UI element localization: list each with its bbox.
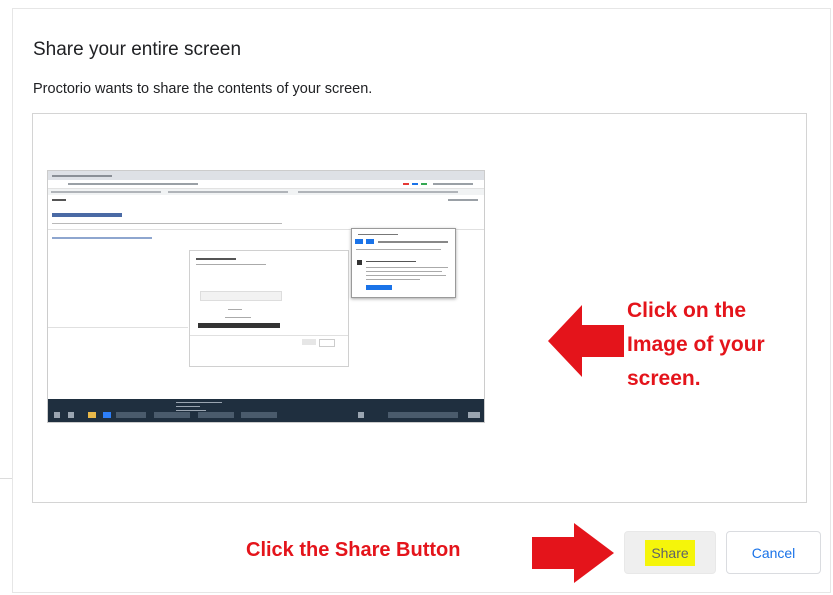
caption-line-1: Click on the: [627, 299, 747, 322]
caption-line-3: screen.: [627, 367, 701, 390]
click-share-instruction: Click the Share Button: [246, 539, 461, 561]
thumb-inner-dialog: [189, 250, 349, 367]
left-arrow-icon: [548, 305, 624, 377]
right-arrow-icon: [532, 523, 614, 583]
thumb-bookmarks-bar: [48, 189, 484, 195]
thumb-extension-popup: [351, 228, 456, 298]
screen-thumbnail[interactable]: [47, 170, 485, 423]
dialog-title: Share your entire screen: [33, 39, 242, 60]
dialog-message: Proctorio wants to share the contents of…: [33, 81, 373, 97]
thumb-page-heading: [52, 213, 122, 217]
cancel-button[interactable]: Cancel: [726, 531, 821, 574]
share-button[interactable]: Share: [624, 531, 716, 574]
share-button-label: Share: [645, 539, 695, 566]
backdrop-divider: [0, 478, 12, 479]
thumb-tab-strip: [48, 171, 484, 180]
thumb-address-bar: [48, 180, 484, 189]
click-image-instruction: Click on the Image of your screen.: [627, 294, 827, 396]
thumb-taskbar: [48, 399, 484, 422]
caption-line-2: Image of your: [627, 333, 765, 356]
